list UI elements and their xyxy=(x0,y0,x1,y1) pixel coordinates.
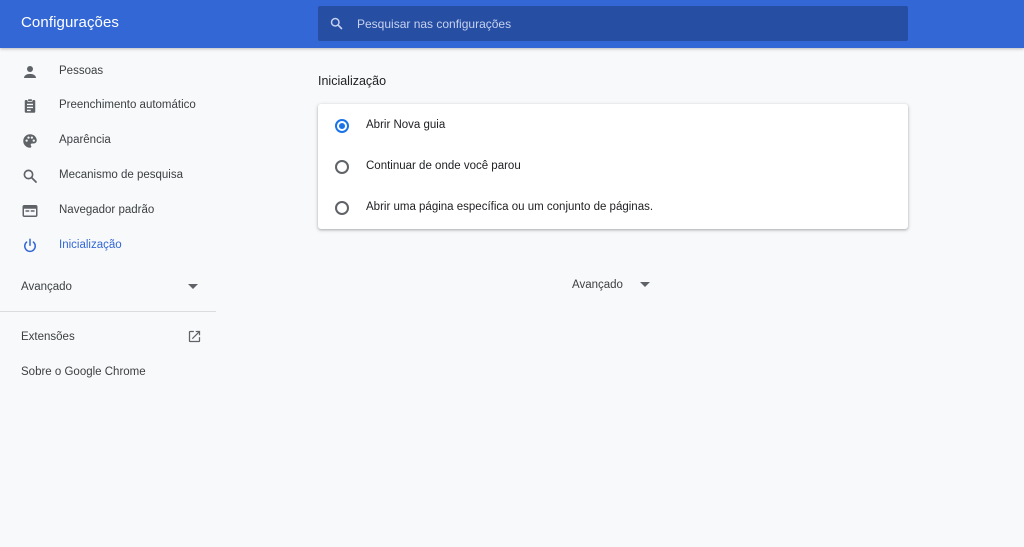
search-box[interactable] xyxy=(318,6,908,41)
sidebar-advanced-label: Avançado xyxy=(21,281,72,293)
advanced-label: Avançado xyxy=(572,279,623,291)
section-title: Inicialização xyxy=(318,74,387,88)
sidebar-item-startup[interactable]: Inicialização xyxy=(0,229,216,263)
startup-option-continue[interactable]: Continuar de onde você parou xyxy=(318,146,908,186)
sidebar-item-label: Navegador padrão xyxy=(59,204,155,216)
person-icon xyxy=(24,66,36,78)
sidebar-item-autofill[interactable]: Preenchimento automático xyxy=(0,89,216,123)
open-in-new-icon xyxy=(188,330,201,343)
sidebar: Pessoas Preenchimento automático Aparênc… xyxy=(0,48,216,547)
sidebar-item-label: Preenchimento automático xyxy=(59,99,196,111)
radio-label: Continuar de onde você parou xyxy=(366,160,521,172)
startup-options-card: Abrir Nova guia Continuar de onde você p… xyxy=(318,104,908,229)
caret-down-icon xyxy=(188,284,198,289)
sidebar-item-label: Pessoas xyxy=(59,65,104,77)
radio-label: Abrir uma página específica ou um conjun… xyxy=(366,201,654,213)
radio-button[interactable] xyxy=(335,201,349,215)
sidebar-divider xyxy=(0,311,216,312)
top-bar: Configurações xyxy=(0,0,1024,48)
startup-option-new-tab[interactable]: Abrir Nova guia xyxy=(318,105,908,145)
power-icon xyxy=(24,238,36,253)
sidebar-item-label: Aparência xyxy=(59,134,111,146)
sidebar-item-search-engine[interactable]: Mecanismo de pesquisa xyxy=(0,159,216,193)
startup-option-specific-pages[interactable]: Abrir uma página específica ou um conjun… xyxy=(318,187,908,227)
radio-button-checked[interactable] xyxy=(335,119,349,133)
clipboard-icon xyxy=(24,98,36,113)
caret-down-icon xyxy=(640,282,650,287)
search-icon xyxy=(23,169,37,183)
browser-window-icon xyxy=(22,205,38,217)
sidebar-item-appearance[interactable]: Aparência xyxy=(0,124,216,158)
sidebar-item-extensions[interactable]: Extensões xyxy=(0,320,216,354)
sidebar-item-label: Extensões xyxy=(21,331,75,343)
advanced-toggle-button[interactable]: Avançado xyxy=(560,272,660,298)
page-title: Configurações xyxy=(21,14,120,31)
search-icon xyxy=(330,17,343,30)
sidebar-item-label: Mecanismo de pesquisa xyxy=(59,169,184,181)
sidebar-item-about[interactable]: Sobre o Google Chrome xyxy=(0,355,216,389)
radio-label: Abrir Nova guia xyxy=(366,119,446,131)
palette-icon xyxy=(23,134,37,148)
sidebar-item-default-browser[interactable]: Navegador padrão xyxy=(0,194,216,228)
search-input[interactable] xyxy=(357,6,897,41)
sidebar-item-people[interactable]: Pessoas xyxy=(0,55,216,89)
sidebar-item-label: Sobre o Google Chrome xyxy=(21,366,146,378)
sidebar-item-label: Inicialização xyxy=(59,239,122,251)
radio-button[interactable] xyxy=(335,160,349,174)
sidebar-advanced-toggle[interactable]: Avançado xyxy=(0,270,216,304)
